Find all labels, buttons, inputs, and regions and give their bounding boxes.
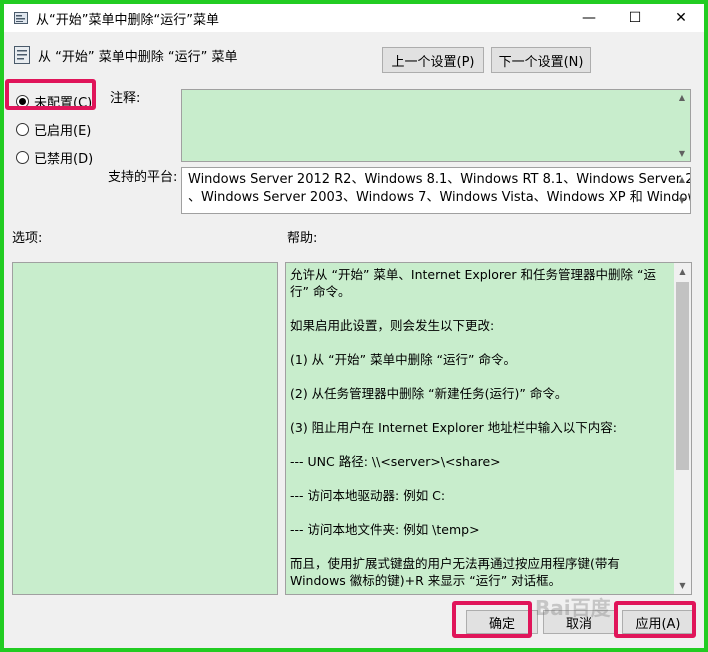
scroll-up-icon[interactable]: ▲ xyxy=(675,93,689,102)
previous-setting-button[interactable]: 上一个设置(P) xyxy=(382,47,484,73)
scroll-down-icon[interactable]: ▼ xyxy=(675,149,689,158)
maximize-icon: ☐ xyxy=(628,10,642,26)
radio-enabled[interactable]: 已启用(E) xyxy=(16,120,91,139)
window-frame: 从“开始”菜单中删除“运行”菜单 — ☐ ✕ 从 “开始” 菜单中删除 “运行”… xyxy=(0,0,708,652)
policy-window-icon xyxy=(14,12,28,24)
help-paragraph: --- 访问本地文件夹: 例如 \temp> xyxy=(290,522,480,537)
platform-label: 支持的平台: xyxy=(108,170,178,185)
help-paragraph: --- 访问本地驱动器: 例如 C: xyxy=(290,488,446,503)
title-bar: 从“开始”菜单中删除“运行”菜单 — ☐ ✕ xyxy=(4,4,704,32)
help-panel: 允许从 “开始” 菜单、Internet Explorer 和任务管理器中删除 … xyxy=(285,262,692,595)
window-title: 从“开始”菜单中删除“运行”菜单 xyxy=(36,13,219,28)
policy-setting-icon xyxy=(14,46,30,64)
scroll-up-icon[interactable]: ▲ xyxy=(674,263,691,280)
watermark: Bai百度 xyxy=(535,596,611,620)
minimize-button[interactable]: — xyxy=(566,4,612,32)
scroll-down-icon[interactable]: ▼ xyxy=(675,192,689,210)
highlight-ok xyxy=(452,601,532,638)
scroll-down-icon[interactable]: ▼ xyxy=(674,577,691,594)
radio-unselected-icon xyxy=(16,151,29,164)
radio-label: 已禁用(D) xyxy=(34,152,94,167)
comment-textarea[interactable]: ▲ ▼ xyxy=(181,89,691,162)
minimize-icon: — xyxy=(582,10,596,26)
help-text: 允许从 “开始” 菜单、Internet Explorer 和任务管理器中删除 … xyxy=(290,266,672,594)
platform-line: Windows Server 2012 R2、Windows 8.1、Windo… xyxy=(188,172,691,187)
help-paragraph: 如果启用此设置，则会发生以下更改: xyxy=(290,318,495,333)
highlight-not-configured xyxy=(5,79,96,110)
help-paragraph: (2) 从任务管理器中删除 “新建任务(运行)” 命令。 xyxy=(290,386,568,401)
radio-label: 已启用(E) xyxy=(34,124,92,139)
close-icon: ✕ xyxy=(675,10,687,26)
highlight-apply xyxy=(614,601,696,638)
setting-title: 从 “开始” 菜单中删除 “运行” 菜单 xyxy=(38,50,238,65)
scroll-up-icon[interactable]: ▲ xyxy=(675,171,689,189)
help-paragraph: (3) 阻止用户在 Internet Explorer 地址栏中输入以下内容: xyxy=(290,420,617,435)
maximize-button[interactable]: ☐ xyxy=(612,4,658,32)
platform-line: 、Windows Server 2003、Windows 7、Windows V… xyxy=(188,190,691,205)
scrollbar-thumb[interactable] xyxy=(676,282,689,470)
supported-platforms-box: Windows Server 2012 R2、Windows 8.1、Windo… xyxy=(181,167,691,214)
comment-label: 注释: xyxy=(110,91,141,106)
help-paragraph: (1) 从 “开始” 菜单中删除 “运行” 命令。 xyxy=(290,352,516,367)
help-paragraph: 允许从 “开始” 菜单、Internet Explorer 和任务管理器中删除 … xyxy=(290,267,656,299)
next-setting-button[interactable]: 下一个设置(N) xyxy=(491,47,591,73)
close-button[interactable]: ✕ xyxy=(658,4,704,32)
options-label: 选项: xyxy=(12,231,43,246)
help-label: 帮助: xyxy=(287,231,318,246)
help-paragraph: --- UNC 路径: \\<server>\<share> xyxy=(290,454,501,469)
options-panel xyxy=(12,262,278,595)
radio-unselected-icon xyxy=(16,123,29,136)
help-paragraph: 而且，使用扩展式键盘的用户无法再通过按应用程序键(带有 Windows 徽标的键… xyxy=(290,556,620,588)
help-scrollbar[interactable]: ▲ ▼ xyxy=(674,263,691,594)
radio-disabled[interactable]: 已禁用(D) xyxy=(16,148,93,167)
